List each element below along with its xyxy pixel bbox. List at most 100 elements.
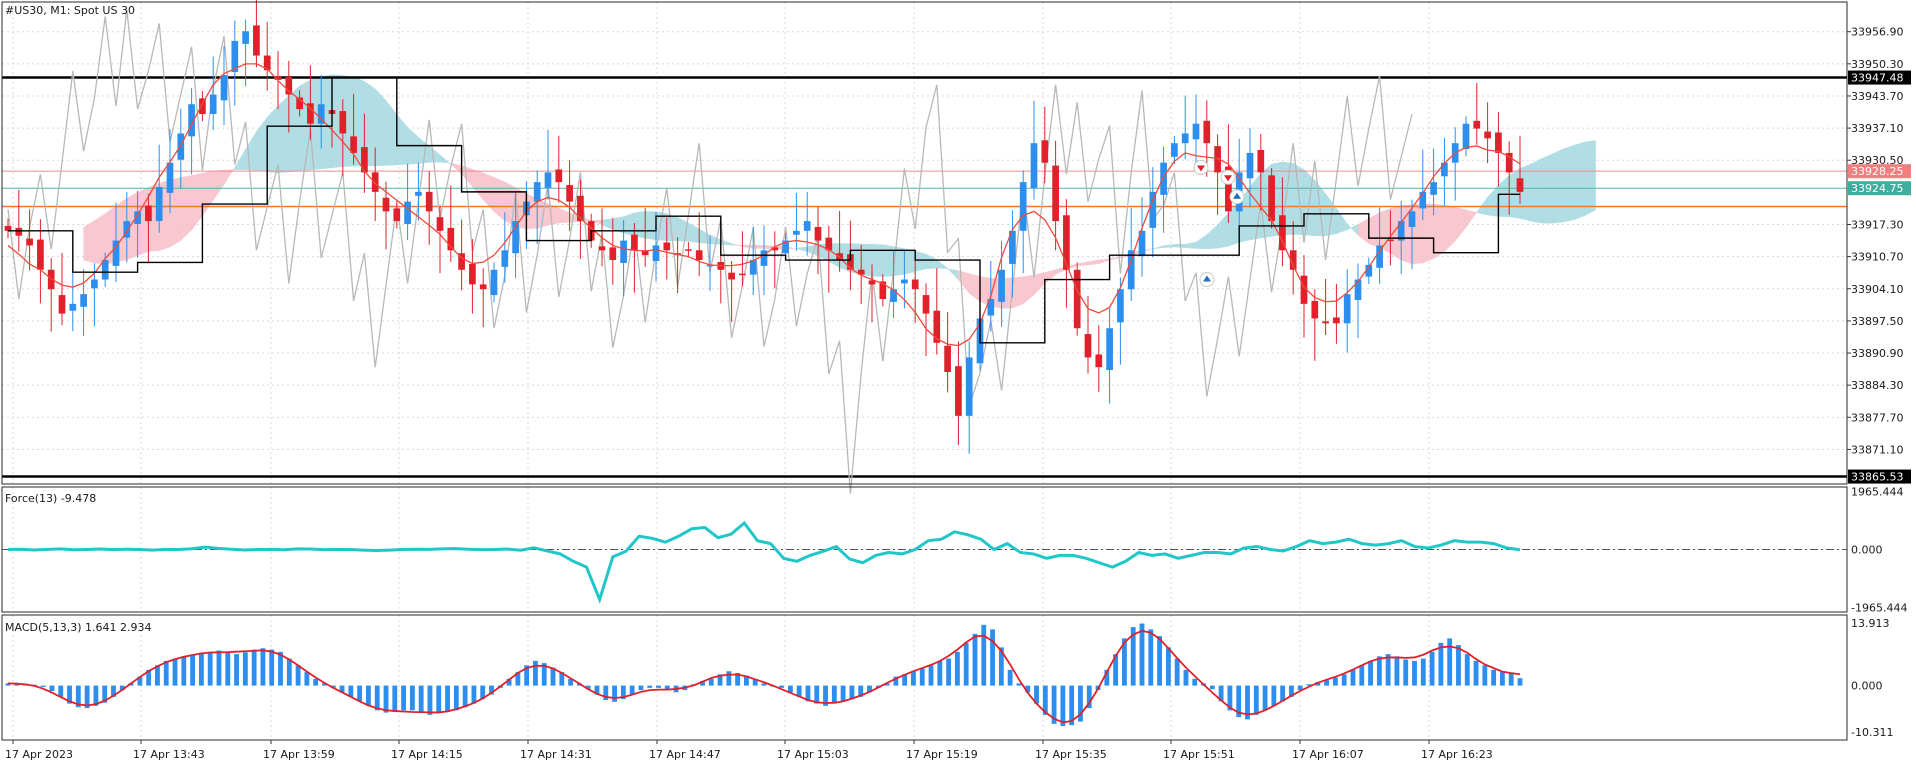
macd-bar [357, 685, 363, 702]
candle-body [1343, 294, 1351, 324]
force-tick-label: 0.000 [1851, 544, 1883, 557]
candle-body [1354, 279, 1362, 300]
candle-body [145, 205, 152, 222]
macd-bar [1482, 665, 1488, 686]
candle-body [1246, 152, 1254, 179]
macd-bar [708, 678, 714, 686]
macd-bar [409, 685, 415, 711]
candle-body [1084, 334, 1092, 358]
force-tick-label: -1965.444 [1851, 601, 1907, 614]
kumo-segment [180, 175, 192, 242]
candle-body [1041, 140, 1049, 163]
candle-body [469, 263, 476, 285]
macd-bar [647, 685, 653, 688]
candle-body [15, 227, 23, 236]
kumo-segment [1174, 244, 1186, 248]
candle-body [415, 191, 422, 196]
macd-bar [849, 685, 855, 700]
macd-bar [1376, 656, 1382, 686]
macd-bar [1491, 669, 1497, 686]
macd-bar [172, 658, 178, 686]
candle-body [253, 25, 260, 56]
macd-bar [1148, 629, 1154, 686]
candle-body [1192, 123, 1200, 140]
price-tag-label: 33928.25 [1851, 165, 1904, 178]
macd-bar [1192, 678, 1198, 686]
time-tick-label: 17 Apr 14:31 [520, 748, 592, 761]
candle-body [101, 260, 109, 280]
candle-body [177, 133, 185, 160]
macd-bar [392, 685, 398, 712]
price-tag-label: 33865.53 [1851, 471, 1904, 484]
price-tick-label: 33943.70 [1851, 90, 1904, 103]
trading-chart[interactable]: 33956.9033950.3033943.7033937.1033930.50… [0, 0, 1916, 764]
macd-bar [40, 685, 46, 687]
candle-body [501, 250, 509, 267]
kumo-segment [871, 244, 884, 277]
candle-body [91, 279, 98, 289]
kumo-segment [94, 213, 106, 265]
candle-body [1333, 317, 1340, 324]
time-tick-label: 17 Apr 14:15 [391, 748, 463, 761]
candle-body [339, 111, 347, 134]
macd-bar [260, 648, 266, 686]
candle-body [922, 295, 930, 314]
macd-bar [427, 685, 433, 715]
candle-body [728, 272, 735, 280]
candle-body [1030, 143, 1038, 188]
candle-body [220, 75, 228, 101]
price-tick-label: 33937.10 [1851, 122, 1904, 135]
macd-label: MACD(5,13,3) 1.641 2.934 [5, 621, 152, 634]
candle-body [1160, 162, 1167, 195]
macd-bar [49, 685, 55, 692]
macd-bar [911, 671, 916, 686]
macd-bar [954, 651, 960, 686]
macd-bar [1174, 658, 1180, 686]
candle-body [1149, 191, 1157, 228]
macd-bar [286, 658, 292, 686]
price-tick-label: 33904.10 [1851, 283, 1904, 296]
macd-bar [462, 685, 468, 708]
macd-bar [155, 665, 160, 686]
candle-body [1073, 269, 1081, 329]
kumo-segment [1573, 141, 1586, 221]
chart-window: 33956.90 33950.30 33943.70 33937.10 33930.50… [0, 0, 1916, 764]
kumo-segment [623, 212, 635, 237]
candle-body [80, 294, 87, 307]
macd-bar [216, 650, 222, 686]
candle-body [1171, 143, 1178, 157]
candle-body [598, 246, 606, 251]
candle-body [404, 201, 411, 225]
macd-bar [831, 685, 837, 704]
candle-body [555, 169, 563, 183]
macd-tick-label: -10.311 [1851, 726, 1893, 739]
candle-body [1462, 123, 1470, 150]
time-tick-label: 17 Apr 15:03 [777, 748, 849, 761]
macd-bar [612, 685, 617, 702]
price-tick-label: 33950.30 [1851, 58, 1904, 71]
candle-body [901, 279, 908, 284]
macd-bar [656, 685, 661, 688]
candle-body [814, 226, 822, 241]
kumo-segment [1012, 276, 1024, 309]
macd-bar [269, 649, 275, 686]
macd-bar [972, 633, 978, 686]
price-tick-label: 33897.50 [1851, 315, 1904, 328]
kumo-segment [1368, 212, 1380, 249]
price-tick-label: 33956.90 [1851, 26, 1904, 39]
macd-bar [1456, 645, 1461, 686]
time-tick-label: 17 Apr 15:19 [906, 748, 978, 761]
kumo-segment [904, 248, 916, 275]
candle-body [631, 234, 638, 251]
candle-body [1516, 178, 1524, 192]
candle-body [739, 273, 746, 276]
macd-bar [1016, 683, 1022, 686]
candle-body [1473, 120, 1481, 129]
macd-bar [963, 642, 969, 686]
macd-bar [1473, 660, 1479, 686]
price-tick-label: 33890.90 [1851, 347, 1904, 360]
macd-bar [946, 658, 952, 686]
price-tick-label: 33871.10 [1851, 443, 1904, 456]
macd-bar [278, 651, 283, 686]
macd-bar [163, 660, 169, 686]
